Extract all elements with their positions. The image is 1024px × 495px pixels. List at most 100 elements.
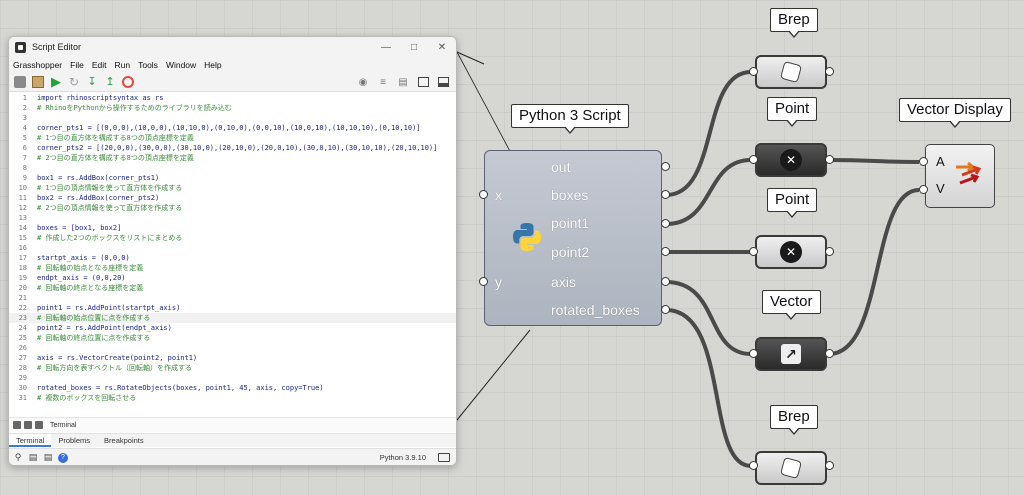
code-line[interactable]: 17 startpt_axis = (0,0,0) [9, 253, 456, 263]
code-line[interactable]: 16 [9, 243, 456, 253]
left-panel-toggle[interactable] [416, 75, 430, 89]
code-line[interactable]: 25 # 回転軸の終点位置に点を作成する [9, 333, 456, 343]
code-line[interactable]: 19 endpt_axis = (0,0,20) [9, 273, 456, 283]
code-line[interactable]: 3 [9, 113, 456, 123]
step-over-button[interactable]: ↥ [103, 75, 117, 89]
tab-breakpoints[interactable]: Breakpoints [97, 434, 151, 447]
code-line[interactable]: 30 rotated_boxes = rs.RotateObjects(boxes… [9, 383, 456, 393]
code-line[interactable]: 14 boxes = [box1, box2] [9, 223, 456, 233]
code-line[interactable]: 4 corner_pts1 = [(0,0,0),(10,0,0),(10,10,… [9, 123, 456, 133]
tab-problems[interactable]: Problems [51, 434, 97, 447]
brep-top-output-port[interactable] [825, 67, 834, 76]
code-line[interactable]: 13 [9, 213, 456, 223]
output-port-out[interactable] [661, 162, 670, 171]
brep-top-input-port[interactable] [749, 67, 758, 76]
bottom-panel-toggle[interactable] [436, 75, 450, 89]
code-line[interactable]: 7 # 2つ目の直方体を構成する8つの頂点座標を定義 [9, 153, 456, 163]
tab-terminal[interactable]: Terminal [9, 434, 52, 447]
copy-icon[interactable] [13, 421, 21, 429]
menu-tools[interactable]: Tools [138, 60, 158, 70]
code-line[interactable]: 8 [9, 163, 456, 173]
input-port-y[interactable] [479, 277, 488, 286]
output-port-boxes[interactable] [661, 190, 670, 199]
code-line[interactable]: 28 # 回転方向を表すベクトル（回転軸）を作成する [9, 363, 456, 373]
menu-window[interactable]: Window [166, 60, 196, 70]
brep-bottom-output-port[interactable] [825, 461, 834, 470]
format-icon[interactable]: ≡ [376, 75, 390, 89]
python-script-component[interactable]: x y out boxes point1 point2 axis rotated… [484, 150, 662, 326]
line-number: 19 [18, 274, 27, 282]
code-line[interactable]: 1 import rhinoscriptsyntax as rs [9, 93, 456, 103]
menu-help[interactable]: Help [204, 60, 221, 70]
search-icon[interactable]: ⚲ [13, 452, 23, 463]
code-line[interactable]: 23 # 回転軸の始点位置に点を作成する [9, 313, 456, 323]
vector-param[interactable]: ↗ [755, 337, 827, 371]
brep-bottom-input-port[interactable] [749, 461, 758, 470]
minimize-icon[interactable]: — [372, 42, 400, 53]
code-line[interactable]: 11 box2 = rs.AddBox(corner_pts2) [9, 193, 456, 203]
file-edit-icon[interactable]: ▤ [43, 452, 53, 463]
code-line[interactable]: 26 [9, 343, 456, 353]
trash-icon[interactable] [24, 421, 32, 429]
code-line[interactable]: 9 box1 = rs.AddBox(corner_pts1) [9, 173, 456, 183]
help-icon[interactable]: ? [58, 452, 68, 463]
editor-titlebar[interactable]: Script Editor — □ ✕ [9, 37, 456, 57]
run-button[interactable]: ▶ [49, 74, 63, 89]
point-top-output-port[interactable] [825, 155, 834, 164]
code-line[interactable]: 22 point1 = rs.AddPoint(startpt_axis) [9, 303, 456, 313]
code-line[interactable]: 24 point2 = rs.AddPoint(endpt_axis) [9, 323, 456, 333]
code-comment: # 回転方向を表すベクトル（回転軸）を作成する [37, 364, 192, 372]
point-mid-input-port[interactable] [749, 247, 758, 256]
code-line[interactable]: 10 # 1つ目の頂点情報を使って直方体を作成する [9, 183, 456, 193]
menu-file[interactable]: File [70, 60, 84, 70]
code-line[interactable]: 31 # 複数のボックスを回転させる [9, 393, 456, 403]
code-line[interactable]: 29 [9, 373, 456, 383]
menu-grasshopper[interactable]: Grasshopper [13, 60, 62, 70]
brep-top-param[interactable] [755, 55, 827, 89]
output-port-point2[interactable] [661, 247, 670, 256]
point-mid-param[interactable]: ✕ [755, 235, 827, 269]
line-number: 31 [18, 394, 27, 402]
code-line[interactable]: 18 # 回転軸の始点となる座標を定義 [9, 263, 456, 273]
code-line[interactable]: 2 # RhinoをPythonから操作するためのライブラリを読み込む [9, 103, 456, 113]
debug-button[interactable]: ↻ [67, 75, 81, 89]
code-line[interactable]: 21 [9, 293, 456, 303]
step-button[interactable]: ↧ [85, 75, 99, 89]
save-button[interactable] [13, 75, 27, 89]
vector-display-input-port-v[interactable] [919, 185, 928, 194]
keyboard-icon[interactable] [438, 453, 450, 462]
vector-display-input-port-a[interactable] [919, 157, 928, 166]
point-mid-output-port[interactable] [825, 247, 834, 256]
point-top-input-port[interactable] [749, 155, 758, 164]
point-top-param[interactable]: ✕ [755, 143, 827, 177]
wrap-icon[interactable] [35, 421, 43, 429]
brep-bottom-param[interactable] [755, 451, 827, 485]
maximize-icon[interactable]: □ [400, 42, 428, 53]
vector-display-component[interactable]: A V [925, 144, 995, 208]
output-port-point1[interactable] [661, 219, 670, 228]
file-icon[interactable]: ▤ [28, 452, 38, 463]
close-icon[interactable]: ✕ [428, 42, 456, 53]
code-editor[interactable]: 1 import rhinoscriptsyntax as rs 2 # Rhinoを… [9, 93, 456, 453]
code-line[interactable]: 12 # 2つ目の頂点情報を使って直方体を作成する [9, 203, 456, 213]
code-line[interactable]: 5 # 1つ目の直方体を構成する8つの頂点座標を定義 [9, 133, 456, 143]
point-top-tag: Point [767, 97, 818, 127]
package-button[interactable] [31, 75, 45, 89]
output-port-axis[interactable] [661, 277, 670, 286]
input-port-x[interactable] [479, 190, 488, 199]
vector-input-port[interactable] [749, 349, 758, 358]
document-icon[interactable]: ▤ [396, 75, 410, 89]
code-line[interactable]: 15 # 作成した2つのボックスをリストにまとめる [9, 233, 456, 243]
code-line[interactable]: 27 axis = rs.VectorCreate(point2, point1) [9, 353, 456, 363]
menu-edit[interactable]: Edit [92, 60, 107, 70]
code-line[interactable]: 6 corner_pts2 = [(20,0,0),(30,0,0),(30,10… [9, 143, 456, 153]
menu-run[interactable]: Run [115, 60, 131, 70]
code-line[interactable]: 20 # 回転軸の終点となる座標を定義 [9, 283, 456, 293]
line-number: 6 [22, 144, 27, 152]
output-port-rotated-boxes[interactable] [661, 305, 670, 314]
stop-button[interactable] [121, 75, 135, 89]
eye-icon[interactable]: ◉ [356, 75, 370, 89]
code-text: point1 = rs.AddPoint(startpt_axis) [37, 304, 181, 312]
vector-output-port[interactable] [825, 349, 834, 358]
line-number: 24 [18, 324, 27, 332]
